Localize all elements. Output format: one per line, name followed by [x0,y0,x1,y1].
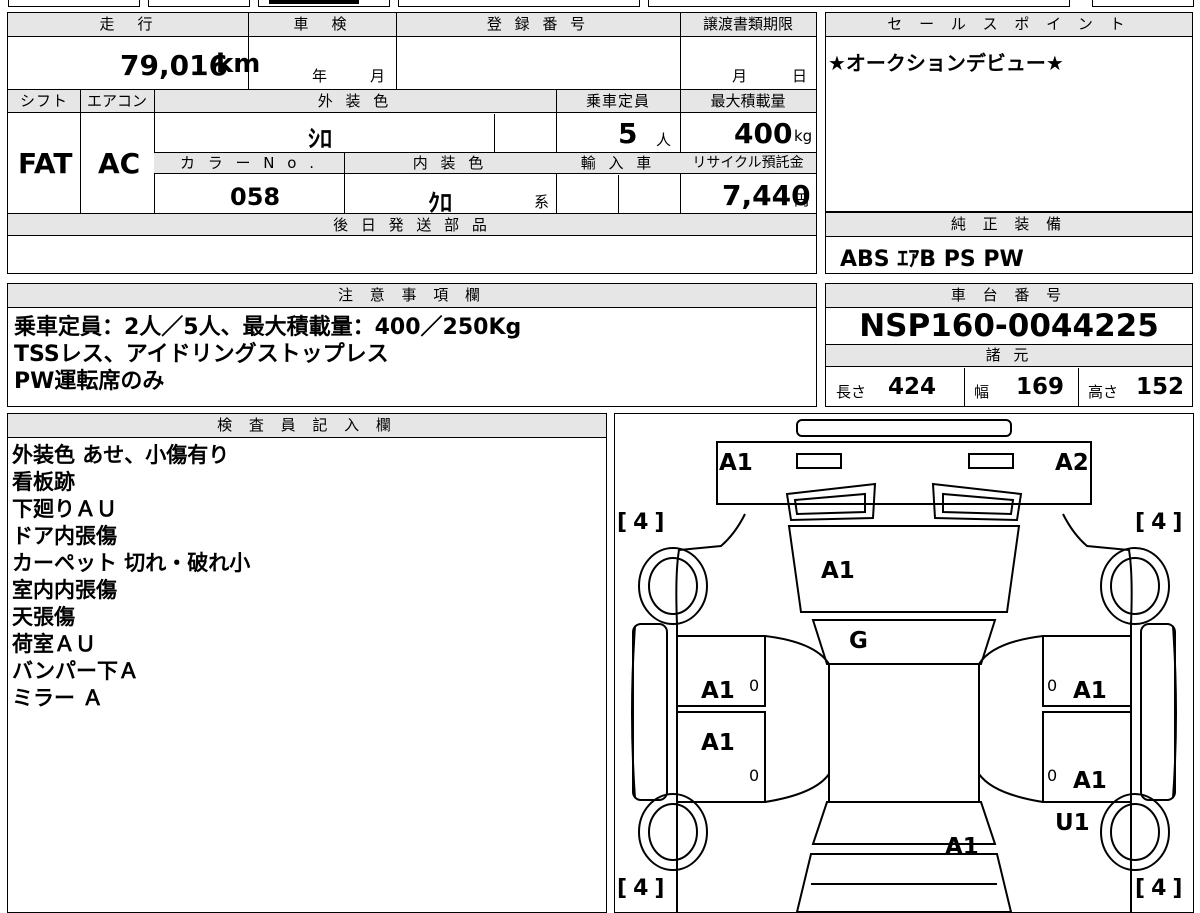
length-value: 424 [888,374,937,400]
max-load-value: 400 [734,117,793,150]
specs-header: 諸 元 [985,346,1033,364]
recycle-unit: 円 [794,191,810,209]
capacity-value: 5 [618,117,638,150]
map-label-front-right: A2 [1055,450,1089,476]
sales-point-text: ★オークションデビュー★ [828,51,1064,75]
exterior-color-header: 外 装 色 [317,92,393,110]
inspector-line-8: 荷室ＡＵ [12,632,96,656]
genuine-equipment-box: 純 正 装 備 ABS ｴｱB PS PW [825,212,1193,274]
map-label-trunk: A1 [945,834,979,860]
notes-line-2: TSSレス、アイドリングストップレス [14,342,389,367]
max-load-unit: kg [794,127,813,145]
length-label: 長さ [836,383,867,401]
map-label-rear-wheel-right: U1 [1055,810,1090,836]
notes-header: 注 意 事 項 欄 [8,284,816,308]
shift-value: FAT [18,147,73,180]
width-value: 169 [1016,374,1065,400]
inspector-line-2: 看板跡 [12,470,75,494]
aircon-value: AC [98,147,141,180]
height-value: 152 [1136,374,1185,400]
notes-line-1: 乗車定員：2人／5人、最大積載量：400／250Kg [14,315,522,340]
aircon-header: エアコン [86,92,147,110]
interior-color-header: 内 装 色 [412,154,488,172]
inspector-line-3: 下廻りＡＵ [12,497,117,521]
month-unit: 月 [370,67,386,85]
inspector-line-9: バンパー下Ａ [12,659,140,683]
interior-suffix: 系 [534,193,550,211]
recycle-fee-header: リサイクル預託金 [692,155,804,171]
transfer-deadline-header: 譲渡書類期限 [702,15,793,33]
inspector-header: 検 査 員 記 入 欄 [8,414,606,438]
capacity-header: 乗車定員 [585,92,650,110]
color-no-value: 058 [230,183,281,211]
genuine-equipment-header: 純 正 装 備 [826,213,1192,237]
map-zero-rr: 0 [1047,766,1058,785]
car-diagram [631,419,1177,912]
tire-rl: [4] [617,876,671,901]
inspector-box: 検 査 員 記 入 欄 外装色 あせ、小傷有り 看板跡 下廻りＡＵ ドア内張傷 … [7,413,607,913]
width-label: 幅 [974,383,990,401]
inspector-line-4: ドア内張傷 [12,524,117,548]
year-unit: 年 [312,67,328,85]
top-cutoff-strip [0,0,1200,8]
car-condition-map: A1 A2 A1 G A1 A1 A1 A1 U1 A1 0 0 0 0 [4]… [614,413,1194,913]
registration-header: 登 録 番 号 [486,15,590,33]
inspector-line-7: 天張傷 [12,605,75,629]
delivery-parts-header: 後 日 発 送 部 品 [333,216,491,234]
height-label: 高さ [1088,383,1119,401]
shift-header: シフト [19,92,68,110]
max-load-header: 最大積載量 [710,92,786,110]
notes-box: 注 意 事 項 欄 乗車定員：2人／5人、最大積載量：400／250Kg TSS… [7,283,817,407]
sales-point-header: セ ー ル ス ポ イ ン ト [826,13,1192,37]
map-label-rear-door-left: A1 [701,730,735,756]
genuine-equipment-text: ABS ｴｱB PS PW [840,247,1024,272]
map-zero-fr: 0 [1047,676,1058,695]
mileage-unit: km [216,49,261,79]
tire-fr: [4] [1135,510,1189,535]
map-zero-fl: 0 [749,676,760,695]
map-label-front-left: A1 [719,450,753,476]
map-label-hood: A1 [821,558,855,584]
mileage-value: 79,016 [120,49,229,82]
inspector-line-5: カーペット 切れ・破れ小 [12,551,251,575]
exterior-color-value: ｼﾛ [308,125,332,153]
import-header: 輸 入 車 [580,154,656,172]
capacity-unit: 人 [656,131,672,149]
map-label-rear-door-right: A1 [1073,768,1107,794]
map-zero-rl: 0 [749,766,760,785]
mileage-header: 走 行 [99,15,157,33]
map-label-front-door-left: A1 [701,678,735,704]
inspector-line-6: 室内内張傷 [12,578,117,602]
tire-fl: [4] [617,510,671,535]
map-label-front-door-right: A1 [1073,678,1107,704]
inspection-header: 車 検 [293,15,351,33]
vehicle-info-table: 走 行 車 検 登 録 番 号 譲渡書類期限 79,016 km 年 月 月 日… [7,12,817,274]
map-label-windshield: G [849,628,868,654]
inspector-line-10: ミラー Ａ [12,686,104,710]
tire-rr: [4] [1135,876,1189,901]
chassis-box: 車 台 番 号 NSP160-0044225 諸 元 長さ 424 幅 169 … [825,283,1193,407]
sales-point-box: セ ー ル ス ポ イ ン ト ★オークションデビュー★ [825,12,1193,212]
notes-line-3: PW運転席のみ [14,369,165,394]
color-no-header: カ ラ ー N o . [179,154,318,172]
inspector-line-1: 外装色 あせ、小傷有り [12,443,230,467]
transfer-month: 月 [732,67,748,85]
chassis-header: 車 台 番 号 [826,284,1192,308]
chassis-number: NSP160-0044225 [859,308,1159,344]
transfer-day: 日 [792,67,808,85]
